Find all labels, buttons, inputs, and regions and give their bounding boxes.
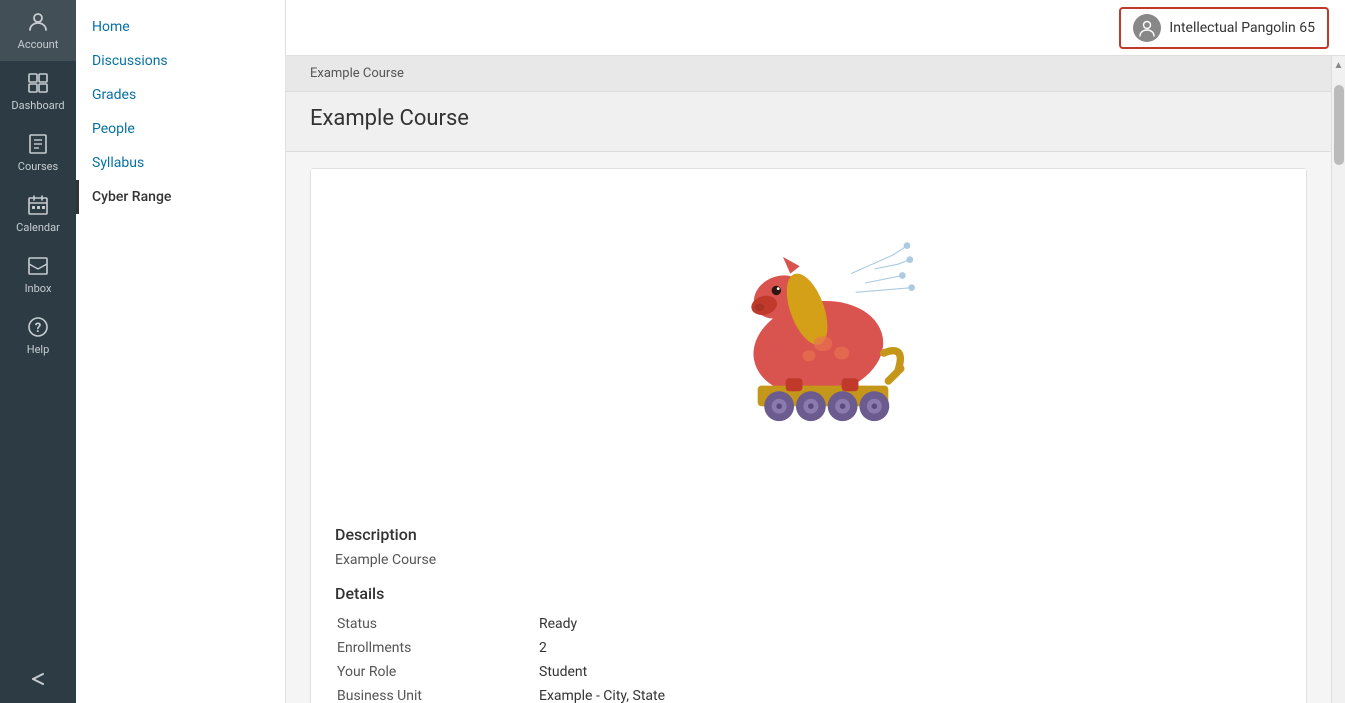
cyber-range-image-area xyxy=(311,169,1306,509)
sidebar: Account Dashboard Courses xyxy=(0,0,76,703)
sidebar-item-account[interactable]: Account xyxy=(0,0,76,61)
details-label: Details xyxy=(335,584,1282,603)
sidebar-item-dashboard-label: Dashboard xyxy=(11,99,64,112)
description-label: Description xyxy=(335,525,1282,544)
nav-item-people[interactable]: People xyxy=(76,112,285,146)
dashboard-icon xyxy=(26,71,50,95)
sidebar-item-help[interactable]: ? Help xyxy=(0,305,76,366)
scroll-thumb[interactable] xyxy=(1334,85,1344,165)
scroll-up-arrow[interactable]: ▲ xyxy=(1330,56,1345,75)
nav-item-cyber-range[interactable]: Cyber Range xyxy=(76,180,285,214)
svg-text:?: ? xyxy=(35,321,41,336)
main-content: Intellectual Pangolin 65 Example Course … xyxy=(286,0,1345,703)
details-section: Details Status Ready Enrollments 2 xyxy=(311,568,1306,703)
trojan-horse-illustration xyxy=(669,199,949,479)
courses-icon xyxy=(26,132,50,156)
content-area: Example Course Example Course xyxy=(286,56,1331,703)
detail-value-role: Student xyxy=(539,661,1280,683)
detail-key-business-unit: Business Unit xyxy=(337,685,537,703)
inbox-icon xyxy=(26,254,50,278)
content-card: Description Example Course Details Statu… xyxy=(310,168,1307,703)
scrollbar[interactable]: ▲ ▼ xyxy=(1331,56,1345,703)
sidebar-item-inbox[interactable]: Inbox xyxy=(0,244,76,305)
detail-key-enrollments: Enrollments xyxy=(337,637,537,659)
calendar-icon xyxy=(26,193,50,217)
sidebar-item-courses[interactable]: Courses xyxy=(0,122,76,183)
user-menu-button[interactable]: Intellectual Pangolin 65 xyxy=(1119,7,1329,49)
account-icon xyxy=(26,10,50,34)
topbar: Intellectual Pangolin 65 xyxy=(286,0,1345,56)
detail-key-role: Your Role xyxy=(337,661,537,683)
detail-value-enrollments: 2 xyxy=(539,637,1280,659)
nav-item-home[interactable]: Home xyxy=(76,10,285,44)
table-row: Enrollments 2 xyxy=(337,637,1280,659)
collapse-sidebar-button[interactable] xyxy=(0,655,76,703)
detail-value-status: Ready xyxy=(539,613,1280,635)
page-title: Example Course xyxy=(310,106,1307,131)
course-navigation: Home Discussions Grades People Syllabus … xyxy=(76,0,286,703)
sidebar-item-calendar-label: Calendar xyxy=(16,221,60,234)
table-row: Your Role Student xyxy=(337,661,1280,683)
user-name-label: Intellectual Pangolin 65 xyxy=(1169,20,1315,36)
sidebar-item-account-label: Account xyxy=(18,38,59,51)
breadcrumb: Example Course xyxy=(286,56,1331,92)
details-table: Status Ready Enrollments 2 Your Role Stu… xyxy=(335,611,1282,703)
nav-item-discussions[interactable]: Discussions xyxy=(76,44,285,78)
nav-item-grades[interactable]: Grades xyxy=(76,78,285,112)
sidebar-item-courses-label: Courses xyxy=(18,160,58,173)
sidebar-bottom xyxy=(0,655,76,703)
help-icon: ? xyxy=(26,315,50,339)
page-title-area: Example Course xyxy=(286,92,1331,152)
detail-key-status: Status xyxy=(337,613,537,635)
detail-value-business-unit: Example - City, State xyxy=(539,685,1280,703)
sidebar-item-calendar[interactable]: Calendar xyxy=(0,183,76,244)
sidebar-item-help-label: Help xyxy=(27,343,50,356)
nav-item-syllabus[interactable]: Syllabus xyxy=(76,146,285,180)
breadcrumb-text: Example Course xyxy=(310,66,404,81)
sidebar-item-inbox-label: Inbox xyxy=(25,282,52,295)
user-avatar xyxy=(1133,14,1161,42)
table-row: Business Unit Example - City, State xyxy=(337,685,1280,703)
sidebar-item-dashboard[interactable]: Dashboard xyxy=(0,61,76,122)
table-row: Status Ready xyxy=(337,613,1280,635)
description-text: Example Course xyxy=(335,552,1282,568)
description-section: Description Example Course xyxy=(311,509,1306,568)
